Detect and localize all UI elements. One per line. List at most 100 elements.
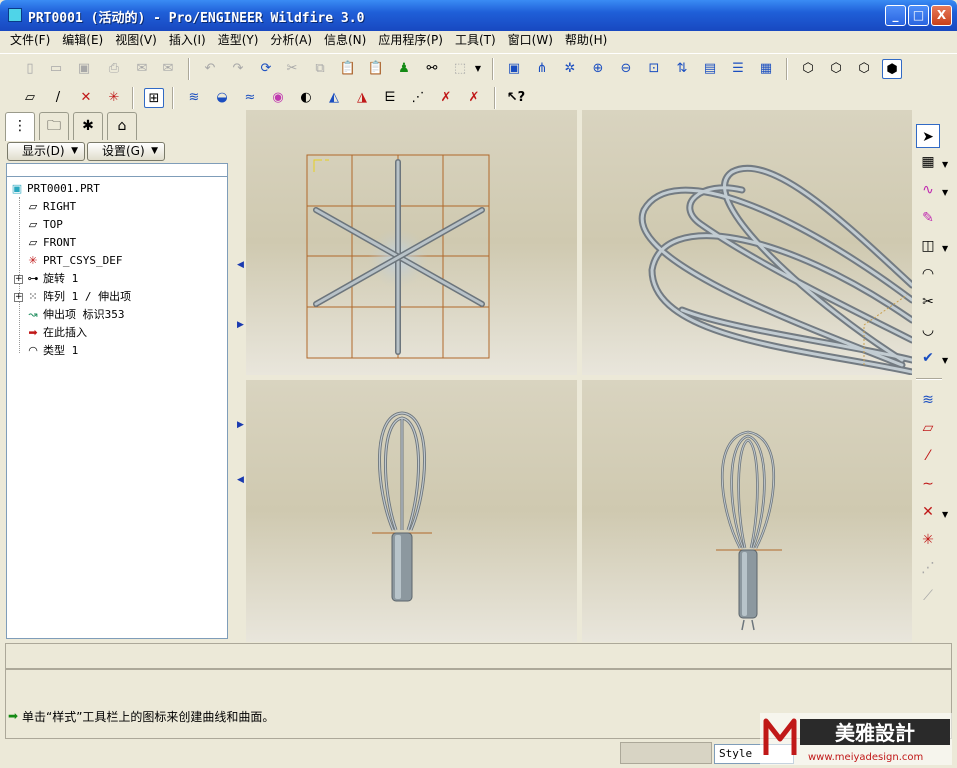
tree-root[interactable]: ▣ PRT0001.PRT: [9, 180, 100, 198]
tree-item-revolve[interactable]: ⊶ 旋转 1: [25, 270, 79, 288]
chevron-down-icon[interactable]: ▼: [942, 244, 948, 253]
tab-favorites[interactable]: ✱: [73, 112, 103, 140]
viewport-iso-view[interactable]: [582, 110, 912, 375]
hidden-line-icon[interactable]: ⬡: [826, 59, 846, 79]
expand-icon[interactable]: +: [14, 293, 23, 302]
curve-tool-icon[interactable]: ∼: [916, 472, 940, 496]
repaint-icon[interactable]: ▣: [504, 59, 524, 79]
redo-icon[interactable]: ↷: [228, 59, 248, 79]
slope-icon[interactable]: ◮: [352, 88, 372, 108]
curvature-icon[interactable]: ◒: [212, 88, 232, 108]
datum-axis-display-icon[interactable]: /: [48, 88, 68, 108]
settings-dropdown[interactable]: 设置(G) ▼: [87, 142, 165, 161]
zoom-out-icon[interactable]: ⊖: [616, 59, 636, 79]
grid-toggle-icon[interactable]: ⊞: [144, 88, 164, 108]
tab-folder-browser[interactable]: 🗀: [39, 112, 69, 140]
chevron-down-icon[interactable]: ▼: [942, 188, 948, 197]
tab-model-tree[interactable]: ⋮: [5, 112, 35, 141]
select-box-icon[interactable]: ⬚: [450, 59, 470, 79]
close-button[interactable]: X: [931, 5, 952, 26]
tab-connections[interactable]: ⌂: [107, 112, 137, 140]
no-hidden-icon[interactable]: ⬡: [854, 59, 874, 79]
plane-tool-icon[interactable]: ▱: [916, 416, 940, 440]
spin-center-icon[interactable]: ⋔: [532, 59, 552, 79]
menu-tools[interactable]: 工具(T): [449, 31, 502, 52]
tree-item-csys[interactable]: ✳ PRT_CSYS_DEF: [25, 252, 122, 270]
menu-file[interactable]: 文件(F): [4, 31, 56, 52]
section-icon[interactable]: ≈: [240, 88, 260, 108]
print-icon[interactable]: ⎙: [104, 59, 124, 79]
offset-icon[interactable]: ⋿: [380, 88, 400, 108]
zoom-in-icon[interactable]: ⊕: [588, 59, 608, 79]
select-arrow-icon[interactable]: ➤: [916, 124, 940, 148]
analysis-feature-icon[interactable]: ⋰: [916, 556, 940, 580]
select-dropdown-icon[interactable]: ▼: [473, 59, 483, 79]
menu-info[interactable]: 信息(N): [318, 31, 372, 52]
chevron-down-icon[interactable]: ▼: [942, 356, 948, 365]
panel-splitter[interactable]: ◀ ▶ ▶ ◀: [236, 110, 246, 642]
surface-edit-icon[interactable]: ◡: [916, 318, 940, 342]
minimize-button[interactable]: _: [885, 5, 906, 26]
menu-view[interactable]: 视图(V): [109, 31, 163, 52]
search-icon[interactable]: ⚯: [422, 59, 442, 79]
point-tool-icon[interactable]: ✕: [916, 500, 940, 524]
gaussian-icon[interactable]: ◉: [268, 88, 288, 108]
expand-right-icon[interactable]: ▶: [237, 420, 244, 430]
tree-item-protrusion[interactable]: ↝ 伸出项 标识353: [25, 306, 124, 324]
trim-surface-icon[interactable]: ✂: [916, 290, 940, 314]
view-manager-icon[interactable]: ▦: [756, 59, 776, 79]
maximize-button[interactable]: □: [908, 5, 929, 26]
tree-item-style[interactable]: ◠ 类型 1: [25, 342, 78, 360]
ref-feature-icon[interactable]: ⟋: [916, 584, 940, 608]
tree-item-insert-here[interactable]: ➡ 在此插入: [25, 324, 87, 342]
datum-plane-tool-icon[interactable]: ≋: [916, 388, 940, 412]
done-checkmark-icon[interactable]: ✔: [916, 346, 940, 370]
save-icon[interactable]: ▣: [74, 59, 94, 79]
chevron-down-icon[interactable]: ▼: [942, 160, 948, 169]
datum-point-display-icon[interactable]: ✕: [76, 88, 96, 108]
datum-plane-display-icon[interactable]: ▱: [20, 88, 40, 108]
menu-window[interactable]: 窗口(W): [502, 31, 559, 52]
viewport-top-view[interactable]: [246, 110, 577, 375]
refit-icon[interactable]: ⊡: [644, 59, 664, 79]
regenerate-icon[interactable]: ⟳: [256, 59, 276, 79]
axis-tool-icon[interactable]: ⁄: [916, 444, 940, 468]
menu-analysis[interactable]: 分析(A): [264, 31, 318, 52]
viewport-side-view[interactable]: [582, 380, 912, 642]
send-link-icon[interactable]: ✉: [158, 59, 178, 79]
paste-special-icon[interactable]: 📋: [366, 59, 386, 79]
context-help-icon[interactable]: ↖?: [506, 88, 526, 108]
new-file-icon[interactable]: ▯: [20, 59, 40, 79]
copy-icon[interactable]: ⧉: [310, 59, 330, 79]
tree-item-front[interactable]: ▱ FRONT: [25, 234, 76, 252]
menu-edit[interactable]: 编辑(E): [56, 31, 109, 52]
menu-style[interactable]: 造型(Y): [212, 31, 265, 52]
cut-icon[interactable]: ✂: [282, 59, 302, 79]
sketch-plane-icon[interactable]: ▦: [916, 150, 940, 174]
chevron-down-icon[interactable]: ▼: [942, 510, 948, 519]
create-curve-icon[interactable]: ∿: [916, 178, 940, 202]
connect-surface-icon[interactable]: ◠: [916, 262, 940, 286]
reorient-icon[interactable]: ⇅: [672, 59, 692, 79]
tree-item-right[interactable]: ▱ RIGHT: [25, 198, 76, 216]
saved-views-icon[interactable]: ▤: [700, 59, 720, 79]
boundary-surface-icon[interactable]: ◫: [916, 234, 940, 258]
shading-icon[interactable]: ⬢: [882, 59, 902, 79]
tree-item-pattern[interactable]: ⁙ 阵列 1 / 伸出项: [25, 288, 131, 306]
paste-icon[interactable]: 📋: [338, 59, 358, 79]
expand-icon[interactable]: +: [14, 275, 23, 284]
send-mail-icon[interactable]: ✉: [132, 59, 152, 79]
menu-applications[interactable]: 应用程序(P): [372, 31, 449, 52]
regen-manager-icon[interactable]: ♟: [394, 59, 414, 79]
layers-icon[interactable]: ☰: [728, 59, 748, 79]
wireframe-icon[interactable]: ⬡: [798, 59, 818, 79]
delete-analysis-icon[interactable]: ✗: [436, 88, 456, 108]
orient-mode-icon[interactable]: ✲: [560, 59, 580, 79]
reflection-icon[interactable]: ◐: [296, 88, 316, 108]
viewport-front-view[interactable]: [246, 380, 577, 642]
expand-right-icon[interactable]: ▶: [237, 320, 244, 330]
menu-help[interactable]: 帮助(H): [559, 31, 613, 52]
draft-icon[interactable]: ◭: [324, 88, 344, 108]
csys-display-icon[interactable]: ✳: [104, 88, 124, 108]
menu-insert[interactable]: 插入(I): [163, 31, 212, 52]
